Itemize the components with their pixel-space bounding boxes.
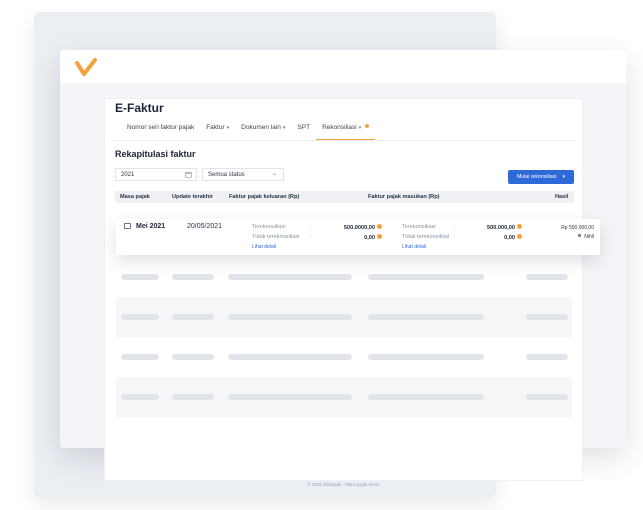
chevron-down-icon: ▾ (358, 125, 362, 131)
footer-text: © 2021 Klikpajak - Mitra pajak resmi (307, 482, 380, 487)
tab-nomor-seri[interactable]: Nomor seri faktur pajak (121, 124, 200, 140)
table-header: Masa pajak Update terakhir Faktur pajak … (115, 191, 574, 203)
masukan-reconciled-value: 500.000,00 (487, 225, 515, 231)
skeleton-row (116, 377, 572, 417)
keluaran-reconciled-cell: 500.0000,00 (344, 224, 382, 231)
tab-label: SPT (297, 124, 311, 131)
tab-faktur[interactable]: Faktur ▾ (200, 124, 235, 140)
skeleton-bar (172, 314, 214, 320)
column-header: Masa pajak (120, 194, 150, 200)
skeleton-row (116, 297, 572, 337)
skeleton-bar (172, 274, 214, 280)
skeleton-bar (121, 274, 159, 280)
calendar-icon (185, 171, 192, 178)
keluaran-reconciled-value: 500.0000,00 (343, 225, 375, 231)
separator-colon: : (454, 234, 456, 240)
top-bar (60, 50, 626, 83)
keluaran-unreconciled-value: 0,00 (364, 235, 375, 241)
warning-icon (377, 224, 382, 229)
masukan-unreconciled-cell: 0,00 (504, 234, 522, 241)
column-header: Hasil (555, 194, 569, 200)
skeleton-bar (172, 354, 214, 360)
tab-bar: Nomor seri faktur pajak Faktur ▾ Dokumen … (121, 124, 376, 140)
skeleton-bar (526, 314, 568, 320)
result-status-label: Nihil (584, 234, 594, 240)
period-cell: Mei 2021 (124, 223, 165, 230)
keluaran-reconciled-label: Terekonsiliasi (252, 224, 286, 230)
button-label: Mulai rekonsiliasi (516, 174, 557, 180)
year-value: 2021 (121, 172, 135, 178)
keluaran-unreconciled-label: Tidak terekonsiliasi (252, 234, 300, 240)
masukan-unreconciled-value: 0,00 (504, 235, 515, 241)
updated-cell: 20/05/2021 (187, 223, 223, 230)
masukan-reconciled-cell: 500.000,00 (487, 224, 522, 231)
tab-label: Nomor seri faktur pajak (127, 124, 195, 131)
separator-colon: : (310, 224, 312, 230)
skeleton-bar (228, 354, 352, 360)
warning-icon (517, 224, 522, 229)
table-row[interactable]: Mei 2021 20/05/2021 Terekonsiliasi : 500… (116, 219, 600, 255)
page-title: E-Faktur (115, 101, 164, 115)
masukan-detail-link[interactable]: Lihat detail (402, 244, 426, 250)
chevron-down-icon: ▾ (226, 125, 230, 131)
tab-label: Dokumen lain (241, 124, 281, 131)
skeleton-bar (121, 314, 159, 320)
tab-rekonsiliasi[interactable]: Rekonsiliasi ▾ (316, 124, 376, 140)
separator-colon: : (310, 234, 312, 240)
warning-icon (517, 234, 522, 239)
skeleton-bar (368, 354, 484, 360)
skeleton-bar (526, 274, 568, 280)
warning-icon (377, 234, 382, 239)
skeleton-bar (368, 394, 484, 400)
chevron-down-icon: ▾ (282, 125, 286, 131)
skeleton-bar (228, 274, 352, 280)
column-header: Faktur pajak masukan (Rp) (368, 194, 440, 200)
chevron-down-icon: ▾ (562, 174, 565, 180)
tab-spt[interactable]: SPT (291, 124, 316, 140)
masukan-unreconciled-label: Tidak terekonsiliasi (402, 234, 450, 240)
skeleton-bar (526, 394, 568, 400)
skeleton-row (116, 257, 572, 297)
column-header: Update terakhir (172, 194, 214, 200)
keluaran-detail-link[interactable]: Lihat detail (252, 244, 276, 250)
skeleton-bar (368, 314, 484, 320)
skeleton-bar (121, 354, 159, 360)
skeleton-bar (121, 394, 159, 400)
tabs-divider (111, 140, 576, 141)
column-header: Faktur pajak keluaran (Rp) (229, 194, 300, 200)
tab-label: Rekonsiliasi (322, 124, 357, 131)
year-picker[interactable]: 2021 (115, 168, 197, 181)
klikpajak-logo-icon (75, 58, 97, 76)
masukan-reconciled-label: Terekonsiliasi (402, 224, 436, 230)
tab-label: Faktur (206, 124, 225, 131)
chevron-down-icon: ⌄ (271, 171, 277, 177)
result-status: Nihil (578, 234, 594, 240)
notification-dot-icon (365, 124, 370, 128)
tab-dokumen-lain[interactable]: Dokumen lain ▾ (235, 124, 291, 140)
keluaran-unreconciled-cell: 0,00 (364, 234, 382, 241)
result-value: Rp 500.000,00 (561, 225, 594, 231)
separator-colon: : (454, 224, 456, 230)
start-reconciliation-button[interactable]: Mulai rekonsiliasi ▾ (508, 170, 574, 184)
skeleton-row (116, 337, 572, 377)
calendar-icon (124, 223, 131, 229)
skeleton-bar (172, 394, 214, 400)
skeleton-bar (228, 314, 352, 320)
status-dot-icon (578, 234, 582, 237)
skeleton-bar (228, 394, 352, 400)
status-select[interactable]: Semua status ⌄ (202, 168, 284, 181)
period-value: Mei 2021 (136, 223, 166, 230)
status-value: Semua status (208, 172, 245, 178)
skeleton-bar (526, 354, 568, 360)
skeleton-bar (368, 274, 484, 280)
section-title: Rekapitulasi faktur (115, 149, 196, 159)
